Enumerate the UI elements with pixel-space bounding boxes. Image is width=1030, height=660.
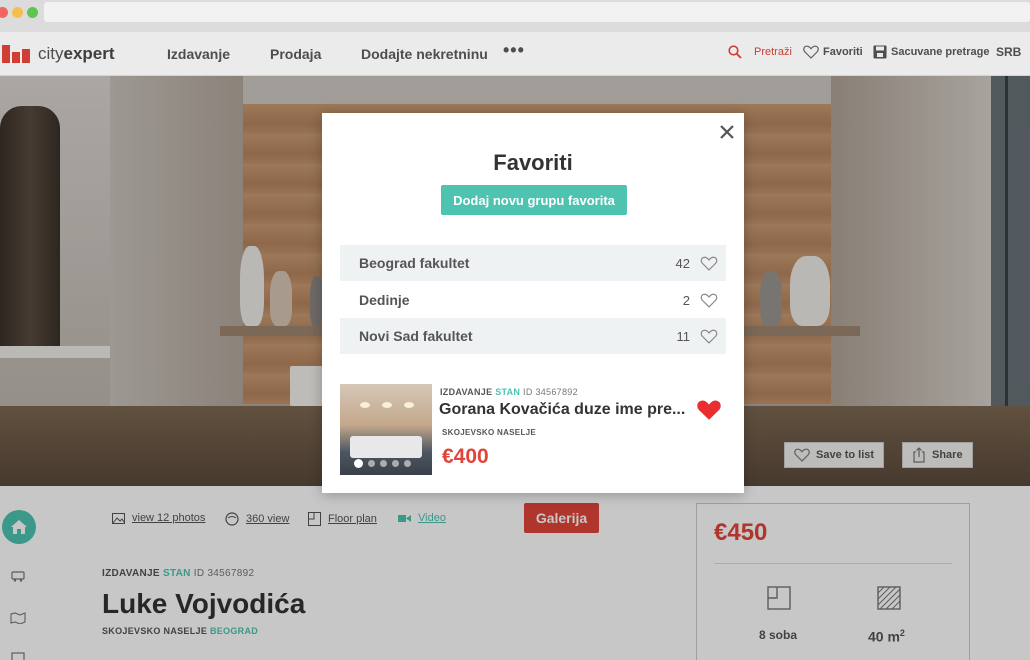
header-dim-overlay (0, 32, 1030, 76)
favorite-group-row[interactable]: Dedinje 2 (340, 282, 726, 318)
group-name: Beograd fakultet (359, 255, 470, 271)
listing-thumbnail[interactable] (340, 384, 432, 475)
group-name: Novi Sad fakultet (359, 328, 473, 344)
heart-outline-icon[interactable] (700, 293, 718, 308)
heart-outline-icon[interactable] (700, 329, 718, 344)
favorite-listing-price: €400 (442, 445, 489, 468)
browser-chrome (0, 0, 1030, 32)
address-bar[interactable] (44, 2, 1030, 22)
favorite-group-row[interactable]: Beograd fakultet 42 (340, 245, 726, 281)
modal-title: Favoriti (493, 150, 573, 175)
group-count: 11 (676, 329, 691, 344)
favorite-listing-location: SKOJEVSKO NASELJE (442, 428, 537, 437)
group-count: 42 (675, 256, 690, 271)
favorite-group-row[interactable]: Novi Sad fakultet 11 (340, 318, 726, 354)
favorite-listing-title[interactable]: Gorana Kovačića duze ime pre... (439, 401, 685, 419)
favorites-modal: Favoriti Dodaj novu grupu favorita Beogr… (322, 113, 744, 493)
heart-outline-icon[interactable] (700, 256, 718, 271)
favorite-listing-card[interactable]: IZDAVANJE STAN ID 34567892 Gorana Kovači… (340, 384, 726, 476)
window-maximize-dot[interactable] (27, 7, 38, 18)
window-close-dot[interactable] (0, 7, 8, 18)
add-favorite-group-button[interactable]: Dodaj novu grupu favorita (441, 185, 627, 215)
group-count: 2 (682, 293, 690, 308)
close-icon[interactable] (719, 124, 735, 140)
listing-breadcrumb: IZDAVANJE STAN ID 34567892 (440, 387, 578, 397)
carousel-dots[interactable] (354, 459, 411, 468)
heart-filled-icon[interactable] (696, 399, 722, 421)
window-minimize-dot[interactable] (12, 7, 23, 18)
group-name: Dedinje (359, 292, 410, 308)
